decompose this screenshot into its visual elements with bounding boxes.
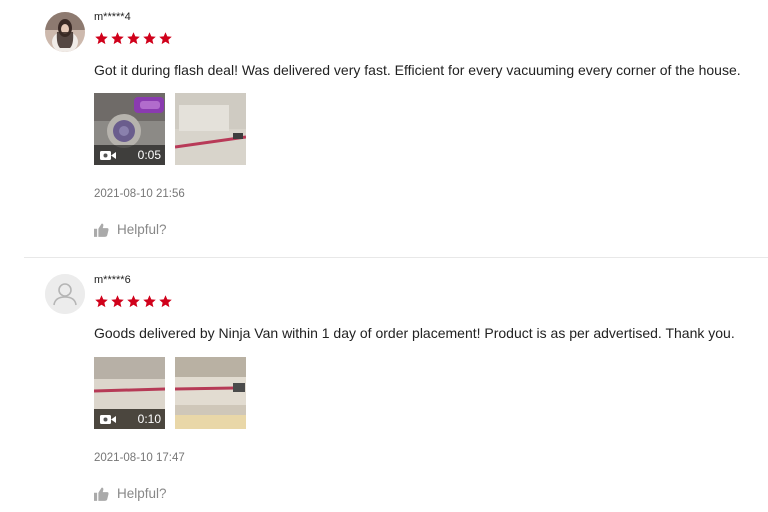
star-icon: [111, 32, 124, 45]
avatar[interactable]: [45, 12, 85, 52]
star-icon: [127, 295, 140, 308]
reviewer-username[interactable]: m*****6: [94, 274, 131, 286]
video-duration: 0:05: [137, 148, 161, 162]
star-icon: [159, 295, 172, 308]
helpful-label: Helpful?: [117, 486, 167, 501]
helpful-button[interactable]: Helpful?: [94, 222, 167, 237]
review-timestamp: 2021-08-10 17:47: [94, 452, 185, 464]
thumbs-up-icon: [94, 223, 109, 237]
video-duration: 0:10: [137, 412, 161, 426]
video-camera-icon: [100, 414, 116, 424]
review-timestamp: 2021-08-10 21:56: [94, 188, 185, 200]
star-rating: [94, 294, 173, 309]
star-rating: [94, 31, 173, 46]
review-media: 0:05: [94, 93, 246, 165]
star-icon: [111, 295, 124, 308]
video-thumbnail[interactable]: 0:05: [94, 93, 165, 165]
star-icon: [127, 32, 140, 45]
helpful-button[interactable]: Helpful?: [94, 486, 167, 501]
review-comment: Goods delivered by Ninja Van within 1 da…: [94, 325, 735, 341]
photo-thumbnail[interactable]: [175, 93, 246, 165]
photo-thumbnail[interactable]: [175, 357, 246, 429]
reviewer-username[interactable]: m*****4: [94, 11, 131, 23]
star-icon: [159, 32, 172, 45]
star-icon: [95, 295, 108, 308]
user-silhouette-icon: [45, 274, 85, 314]
review-media: 0:10: [94, 357, 246, 429]
video-overlay: 0:05: [94, 145, 165, 165]
video-camera-icon: [100, 150, 116, 160]
review-comment: Got it during flash deal! Was delivered …: [94, 62, 741, 78]
star-icon: [143, 32, 156, 45]
video-overlay: 0:10: [94, 409, 165, 429]
video-thumbnail[interactable]: 0:10: [94, 357, 165, 429]
thumbs-up-icon: [94, 487, 109, 501]
star-icon: [95, 32, 108, 45]
review-item: m*****4 Got it during flash deal! Was de…: [0, 0, 768, 257]
star-icon: [143, 295, 156, 308]
helpful-label: Helpful?: [117, 222, 167, 237]
avatar[interactable]: [45, 274, 85, 314]
review-item: m*****6 Goods delivered by Ninja Van wit…: [0, 258, 768, 512]
